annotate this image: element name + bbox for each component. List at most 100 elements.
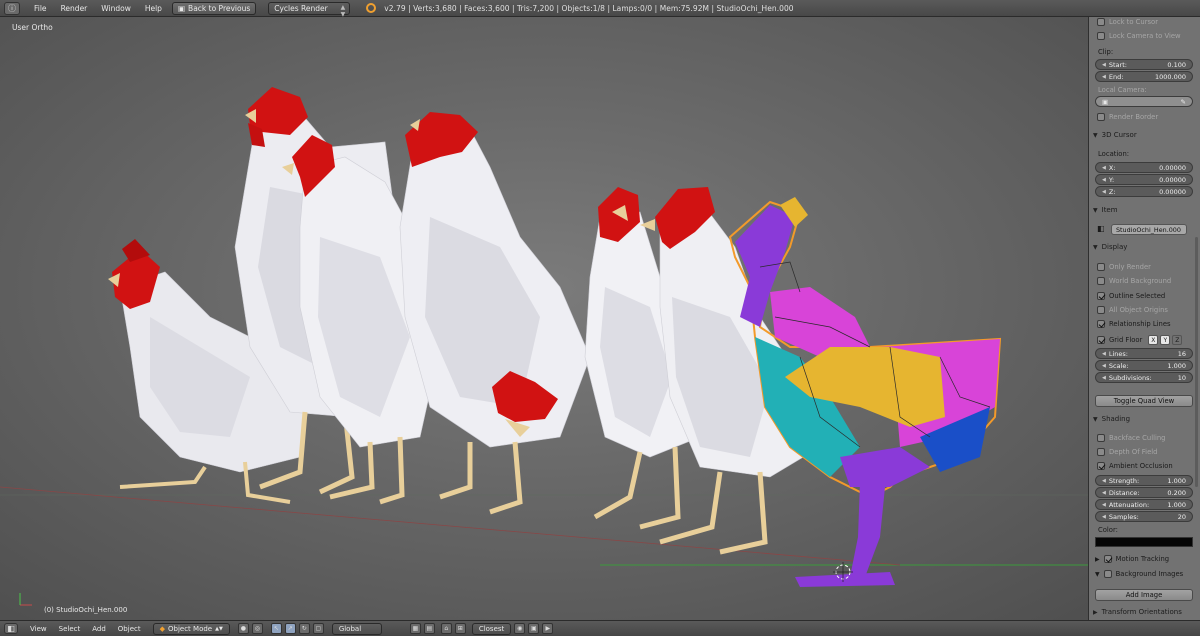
scale-manipulator-icon[interactable]: ▢: [312, 623, 324, 634]
outline-selected-row[interactable]: Outline Selected: [1089, 292, 1200, 300]
properties-scrollbar[interactable]: [1195, 237, 1198, 487]
cursor-y-field[interactable]: ◀ Y: 0.00000: [1095, 174, 1193, 185]
grid-subdivisions-field[interactable]: ◀ Subdivisions: 10: [1095, 372, 1193, 383]
relationship-lines-checkbox[interactable]: [1097, 320, 1105, 328]
grid-floor-row[interactable]: Grid Floor X Y Z: [1089, 335, 1200, 345]
cursor-x-field[interactable]: ◀ X: 0.00000: [1095, 162, 1193, 173]
left-arrow-icon: ◀: [1102, 188, 1106, 195]
only-render-checkbox[interactable]: [1097, 263, 1105, 271]
snap-target-select[interactable]: Closest: [471, 622, 512, 635]
world-background-checkbox[interactable]: [1097, 277, 1105, 285]
backface-culling-row[interactable]: Backface Culling: [1089, 434, 1200, 442]
left-arrow-icon: ◀: [1102, 501, 1106, 508]
only-render-row[interactable]: Only Render: [1089, 263, 1200, 271]
motion-tracking-checkbox[interactable]: [1103, 555, 1112, 563]
editor-type-button[interactable]: ◧: [4, 623, 18, 634]
lock-camera-row[interactable]: Lock Camera to View: [1089, 32, 1200, 40]
grid-floor-checkbox[interactable]: [1097, 336, 1105, 344]
dropdown-arrows-icon: ▲▼: [215, 625, 223, 632]
left-arrow-icon: ◀: [1102, 489, 1106, 496]
ao-color-swatch[interactable]: [1095, 537, 1193, 547]
axis-x-toggle[interactable]: X: [1148, 335, 1159, 345]
grid-lines-field[interactable]: ◀ Lines: 16: [1095, 348, 1193, 359]
item-section-header[interactable]: ▼ Item: [1093, 206, 1197, 214]
translate-manipulator-icon[interactable]: ↗: [284, 623, 296, 634]
axis-z-toggle[interactable]: Z: [1172, 335, 1183, 345]
menu-window[interactable]: Window: [101, 4, 131, 13]
menu-view[interactable]: View: [30, 625, 47, 633]
local-camera-field[interactable]: ▣ ✎: [1095, 96, 1193, 107]
3d-cursor-section-header[interactable]: ▼ 3D Cursor: [1093, 131, 1197, 139]
axis-y-toggle[interactable]: Y: [1160, 335, 1171, 345]
clip-start-field[interactable]: ◀ Start: 0.100: [1095, 59, 1193, 70]
outline-selected-checkbox[interactable]: [1097, 292, 1105, 300]
snap-toggle-icon[interactable]: ⌂: [440, 623, 452, 634]
rotate-manipulator-icon[interactable]: ↻: [298, 623, 310, 634]
collapse-triangle-icon: ▼: [1093, 206, 1098, 214]
motion-tracking-row[interactable]: ▶ Motion Tracking: [1089, 555, 1200, 563]
collapse-triangle-icon: ▼: [1093, 415, 1098, 423]
ao-attenuation-field[interactable]: ◀ Attenuation: 1.000: [1095, 499, 1193, 510]
depth-of-field-checkbox[interactable]: [1097, 448, 1105, 456]
dropdown-arrows-icon: ▲▼: [340, 3, 346, 18]
menu-render[interactable]: Render: [61, 4, 88, 13]
backface-culling-checkbox[interactable]: [1097, 434, 1105, 442]
ao-samples-field[interactable]: ◀ Samples: 20: [1095, 511, 1193, 522]
display-section-header[interactable]: ▼ Display: [1093, 243, 1197, 251]
proportional-edit-icon[interactable]: ◉: [514, 623, 526, 634]
grid-axis-toggles: X Y Z: [1148, 335, 1183, 345]
transform-orientation-select[interactable]: Global: [331, 622, 382, 635]
blender-logo-icon: [366, 3, 377, 13]
render-preview-icon[interactable]: ▣: [528, 623, 540, 634]
pivot-point-icon[interactable]: ◎: [251, 623, 263, 634]
clip-end-field[interactable]: ◀ End: 1000.000: [1095, 71, 1193, 82]
ao-strength-field[interactable]: ◀ Strength: 1.000: [1095, 475, 1193, 486]
menu-select[interactable]: Select: [59, 625, 81, 633]
background-images-checkbox[interactable]: [1103, 570, 1112, 578]
snap-element-icon[interactable]: ⊞: [454, 623, 466, 634]
item-name-field[interactable]: StudioOchi_Hen.000: [1111, 224, 1187, 235]
grid-scale-field[interactable]: ◀ Scale: 1.000: [1095, 360, 1193, 371]
lock-to-cursor-row[interactable]: Lock to Cursor: [1089, 18, 1200, 26]
toggle-quad-view-button[interactable]: Toggle Quad View: [1095, 395, 1193, 407]
world-background-row[interactable]: World Background: [1089, 277, 1200, 285]
render-border-checkbox[interactable]: [1097, 113, 1105, 121]
menu-file[interactable]: File: [34, 4, 47, 13]
cube-icon: ◧: [7, 624, 15, 633]
left-arrow-icon: ◀: [1102, 362, 1106, 369]
left-arrow-icon: ◀: [1102, 61, 1106, 68]
collapse-triangle-icon: ▼: [1093, 243, 1098, 251]
editor-type-button[interactable]: ⓘ: [4, 1, 20, 15]
ambient-occlusion-checkbox[interactable]: [1097, 462, 1105, 470]
all-object-origins-checkbox[interactable]: [1097, 306, 1105, 314]
cursor-z-field[interactable]: ◀ Z: 0.00000: [1095, 186, 1193, 197]
menu-add[interactable]: Add: [92, 625, 106, 633]
back-to-previous-button[interactable]: ▣ Back to Previous: [171, 1, 257, 15]
transform-orientations-section-header[interactable]: ▶ Transform Orientations: [1093, 608, 1197, 616]
ao-distance-field[interactable]: ◀ Distance: 0.200: [1095, 487, 1193, 498]
depth-of-field-row[interactable]: Depth Of Field: [1089, 448, 1200, 456]
layers-icon[interactable]: ▤: [423, 623, 435, 634]
info-icon: ⓘ: [8, 3, 16, 13]
shading-section-header[interactable]: ▼ Shading: [1093, 415, 1197, 423]
left-arrow-icon: ◀: [1102, 477, 1106, 484]
render-engine-select[interactable]: Cycles Render ▲ ▼: [268, 1, 351, 18]
eyedropper-icon[interactable]: ✎: [1181, 98, 1186, 106]
ambient-occlusion-row[interactable]: Ambient Occlusion: [1089, 462, 1200, 470]
relationship-lines-row[interactable]: Relationship Lines: [1089, 320, 1200, 328]
all-object-origins-row[interactable]: All Object Origins: [1089, 306, 1200, 314]
viewport-shading-icon[interactable]: ●: [237, 623, 249, 634]
render-border-row[interactable]: Render Border: [1089, 113, 1200, 121]
3d-viewport[interactable]: User Ortho (0) StudioOchi_Hen.000: [0, 17, 1088, 620]
add-image-button[interactable]: Add Image: [1095, 589, 1193, 601]
menu-help[interactable]: Help: [145, 4, 162, 13]
lock-camera-checkbox[interactable]: [1097, 32, 1105, 40]
menu-object[interactable]: Object: [118, 625, 141, 633]
lock-to-cursor-checkbox[interactable]: [1097, 18, 1105, 26]
mode-select[interactable]: ◆ Object Mode ▲▼: [152, 622, 230, 635]
render-animation-icon[interactable]: ▶: [542, 623, 554, 634]
background-images-row[interactable]: ▼ Background Images: [1089, 570, 1200, 578]
manipulator-toggle-icon[interactable]: ↖: [270, 623, 282, 634]
layer-grid-icon[interactable]: ▦: [409, 623, 421, 634]
location-label-row: Location:: [1098, 150, 1130, 158]
